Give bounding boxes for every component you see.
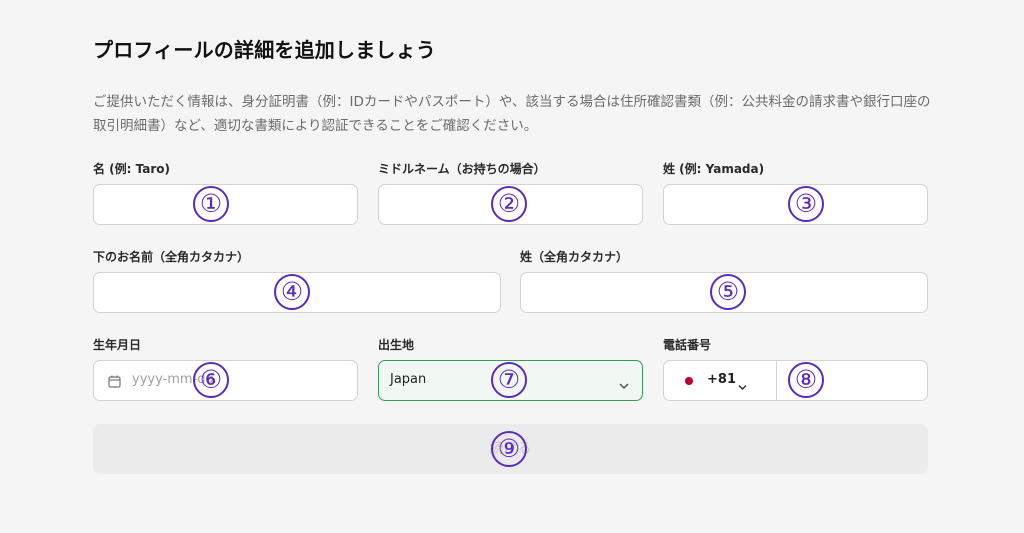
annotation-badge-1: ① xyxy=(193,186,229,222)
annotation-badge-5: ⑤ xyxy=(710,274,746,310)
phone-country-code: +81 xyxy=(707,372,736,387)
first-name-label: 名 (例: Taro) xyxy=(93,162,171,176)
japan-flag-icon xyxy=(685,377,693,385)
calendar-icon xyxy=(108,373,121,388)
annotation-badge-9: ⑨ xyxy=(491,431,527,467)
last-name-kana-label: 姓（全角カタカナ） xyxy=(520,250,629,264)
last-name-label: 姓 (例: Yamada) xyxy=(663,162,765,176)
birthdate-label: 生年月日 xyxy=(93,338,142,352)
annotation-badge-4: ④ xyxy=(274,274,310,310)
annotation-badge-8: ⑧ xyxy=(788,362,824,398)
chevron-down-icon xyxy=(619,375,629,390)
annotation-badge-6: ⑥ xyxy=(193,362,229,398)
middle-name-label: ミドルネーム（お持ちの場合） xyxy=(378,162,546,176)
annotation-badge-7: ⑦ xyxy=(491,362,527,398)
birthplace-label: 出生地 xyxy=(378,338,415,352)
first-name-kana-label: 下のお名前（全角カタカナ） xyxy=(93,250,250,264)
annotation-badge-3: ③ xyxy=(788,186,824,222)
phone-country-select[interactable]: +81 xyxy=(663,360,777,401)
annotation-badge-2: ② xyxy=(491,186,527,222)
chevron-down-icon xyxy=(738,376,747,391)
birthplace-value: Japan xyxy=(390,372,427,387)
page-description: ご提供いただく情報は、身分証明書（例：IDカードやパスポート）や、該当する場合は… xyxy=(93,94,931,134)
phone-label: 電話番号 xyxy=(663,338,712,352)
page-title: プロフィールの詳細を追加しましょう xyxy=(93,38,436,62)
